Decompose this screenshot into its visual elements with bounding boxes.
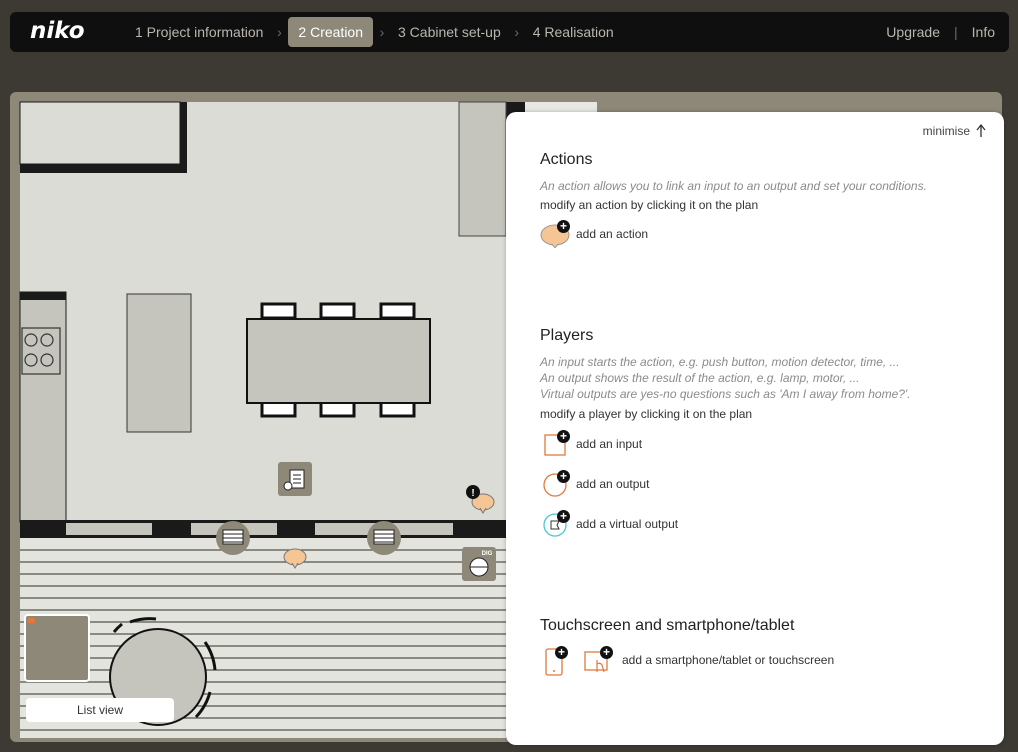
touchscreen-icon[interactable]: + [582, 646, 614, 674]
room-upper [19, 101, 181, 165]
alert-icon: ! [466, 485, 480, 499]
alert-symbol: ! [471, 488, 474, 499]
blind-icon[interactable] [367, 521, 401, 555]
plus-icon: + [600, 646, 613, 659]
dig-label: DIG [482, 551, 493, 557]
output-icon[interactable]: + [540, 470, 572, 498]
input-icon[interactable]: + [540, 430, 572, 458]
add-virtual-output-label[interactable]: add a virtual output [576, 517, 678, 531]
actions-note: modify an action by clicking it on the p… [540, 198, 759, 212]
viewport-indicator[interactable] [28, 618, 35, 623]
virtual-output-icon[interactable]: + [540, 510, 572, 538]
add-action-label[interactable]: add an action [576, 227, 648, 241]
minimise-button[interactable]: minimise [923, 124, 986, 138]
kitchen-counter [19, 291, 67, 523]
step-project-information[interactable]: 1 Project information [128, 17, 270, 47]
blind-icon[interactable] [216, 521, 250, 555]
action-bubble-icon[interactable]: + [540, 220, 572, 249]
dining-table [246, 302, 431, 418]
add-output-label[interactable]: add an output [576, 477, 649, 491]
kitchen-island [126, 293, 192, 433]
arrow-up-icon[interactable] [976, 124, 986, 138]
nav-separator: | [954, 24, 958, 40]
chevron-right-icon: › [379, 24, 385, 40]
players-desc-virtual: Virtual outputs are yes-no questions suc… [540, 387, 911, 401]
top-right-links: Upgrade | Info [886, 12, 995, 52]
niko-logo[interactable]: niko [30, 18, 85, 44]
plan-thumbnail-navigator[interactable] [24, 614, 90, 682]
step-navigation: 1 Project information › 2 Creation › 3 C… [128, 12, 621, 52]
players-note: modify a player by clicking it on the pl… [540, 407, 753, 421]
plus-icon: + [557, 430, 570, 443]
input-device-icon[interactable] [278, 462, 312, 496]
plus-icon: + [557, 220, 570, 233]
step-realisation[interactable]: 4 Realisation [526, 17, 621, 47]
add-input-button[interactable]: + add an input [540, 430, 642, 458]
chevron-right-icon: › [514, 24, 520, 40]
add-device-button[interactable]: + + add a smartphone/tablet or touchscre… [540, 646, 834, 676]
players-desc-input: An input starts the action, e.g. push bu… [540, 355, 900, 369]
step-cabinet-setup[interactable]: 3 Cabinet set-up [391, 17, 508, 47]
add-virtual-output-button[interactable]: + add a virtual output [540, 510, 678, 538]
players-title: Players [540, 327, 594, 344]
outside-strip [525, 102, 597, 112]
minimise-label[interactable]: minimise [923, 124, 970, 138]
plus-icon: + [557, 510, 570, 523]
add-output-button[interactable]: + add an output [540, 470, 649, 498]
touchscreen-title: Touchscreen and smartphone/tablet [540, 617, 795, 634]
list-view-button[interactable]: List view [26, 698, 174, 722]
actions-description: An action allows you to link an input to… [540, 179, 927, 193]
add-action-button[interactable]: + add an action [540, 220, 648, 249]
upgrade-link[interactable]: Upgrade [886, 24, 940, 40]
info-link[interactable]: Info [972, 24, 995, 40]
chevron-right-icon: › [277, 24, 282, 40]
cupboard [458, 101, 507, 237]
window [66, 523, 152, 535]
step-creation[interactable]: 2 Creation [288, 17, 373, 47]
smartphone-icon[interactable]: + [540, 646, 572, 676]
add-input-label[interactable]: add an input [576, 437, 642, 451]
top-navigation-bar: niko 1 Project information › 2 Creation … [10, 12, 1009, 52]
add-device-label[interactable]: add a smartphone/tablet or touchscreen [622, 653, 834, 667]
actions-title: Actions [540, 151, 593, 168]
plus-icon: + [555, 646, 568, 659]
plus-icon: + [557, 470, 570, 483]
players-desc-output: An output shows the result of the action… [540, 371, 860, 385]
creation-panel: minimise Actions An action allows you to… [506, 112, 1004, 745]
motion-detector-icon[interactable]: DIG [462, 547, 496, 581]
